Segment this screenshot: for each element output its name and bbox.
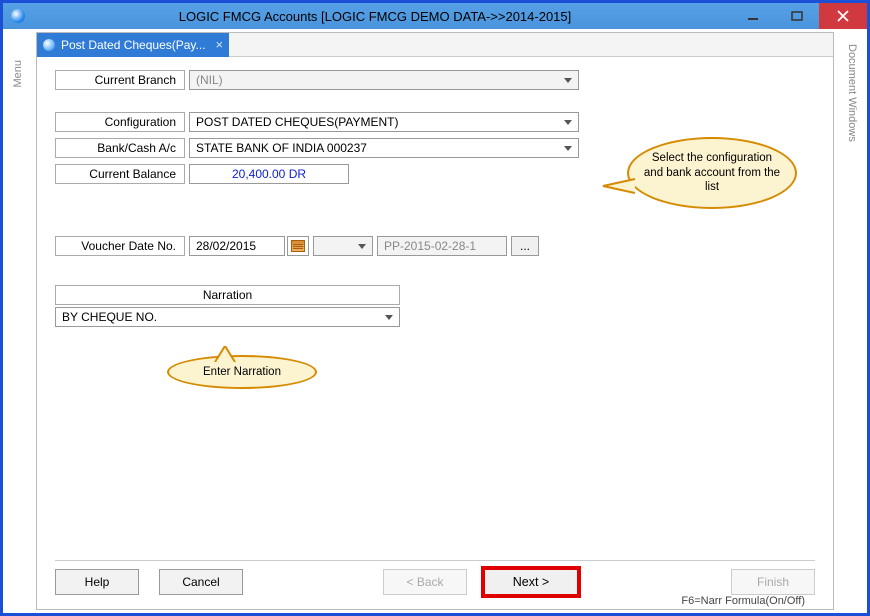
tab-close-icon[interactable]: ×	[216, 37, 224, 52]
sidebar-menu-label[interactable]: Menu	[12, 60, 24, 88]
back-button-label: < Back	[406, 575, 443, 589]
voucher-date-value: 28/02/2015	[196, 239, 256, 253]
voucher-no-field: PP-2015-02-28-1	[377, 236, 507, 256]
application-window: LOGIC FMCG Accounts [LOGIC FMCG DEMO DAT…	[0, 0, 870, 616]
work-area: Menu Document Windows Post Dated Cheques…	[6, 32, 864, 610]
help-button-label: Help	[85, 575, 110, 589]
close-button[interactable]	[819, 3, 867, 29]
label-configuration: Configuration	[55, 112, 185, 132]
sidebar-docwindows-label[interactable]: Document Windows	[846, 44, 858, 142]
tab-label: Post Dated Cheques(Pay...	[61, 38, 206, 52]
next-button-label: Next >	[513, 575, 549, 589]
finish-button: Finish	[731, 569, 815, 595]
voucher-blank-select[interactable]	[313, 236, 373, 256]
current-branch-value: (NIL)	[196, 73, 223, 87]
bank-cash-value: STATE BANK OF INDIA 000237	[196, 141, 367, 155]
voucher-date-input[interactable]: 28/02/2015	[189, 236, 285, 256]
next-button[interactable]: Next >	[481, 566, 581, 598]
narration-select[interactable]: BY CHEQUE NO.	[55, 307, 400, 327]
document-panel: Post Dated Cheques(Pay... × Current Bran…	[36, 32, 834, 610]
current-balance-value: 20,400.00 DR	[196, 167, 342, 181]
titlebar: LOGIC FMCG Accounts [LOGIC FMCG DEMO DAT…	[3, 3, 867, 29]
button-bar: Help Cancel < Back Next > Finish	[37, 565, 833, 599]
cancel-button[interactable]: Cancel	[159, 569, 243, 595]
tab-strip: Post Dated Cheques(Pay... ×	[37, 33, 833, 57]
bank-cash-select[interactable]: STATE BANK OF INDIA 000237	[189, 138, 579, 158]
dots-icon: ...	[520, 239, 530, 253]
minimize-icon	[747, 10, 759, 22]
current-branch-select[interactable]: (NIL)	[189, 70, 579, 90]
tab-doc-icon	[43, 39, 55, 51]
finish-button-label: Finish	[757, 575, 789, 589]
label-current-balance: Current Balance	[55, 164, 185, 184]
help-button[interactable]: Help	[55, 569, 139, 595]
callout-tail-icon	[601, 176, 635, 196]
callout-config-bank-text: Select the configuration and bank accoun…	[643, 151, 781, 194]
current-balance-field: 20,400.00 DR	[189, 164, 349, 184]
close-icon	[837, 10, 849, 22]
cancel-button-label: Cancel	[182, 575, 219, 589]
tab-post-dated-cheques[interactable]: Post Dated Cheques(Pay... ×	[37, 33, 229, 57]
callout-narration: Enter Narration	[167, 355, 317, 389]
configuration-select[interactable]: POST DATED CHEQUES(PAYMENT)	[189, 112, 579, 132]
window-controls	[731, 3, 867, 29]
app-icon	[11, 9, 25, 23]
back-button: < Back	[383, 569, 467, 595]
label-voucher-date-no: Voucher Date No.	[55, 236, 185, 256]
callout-narration-text: Enter Narration	[203, 365, 281, 379]
footnote: F6=Narr Formula(On/Off)	[681, 595, 805, 607]
narration-header: Narration	[55, 285, 400, 305]
maximize-button[interactable]	[775, 3, 819, 29]
narration-value: BY CHEQUE NO.	[62, 310, 157, 324]
callout-config-bank: Select the configuration and bank accoun…	[627, 137, 797, 209]
callout-tail-icon	[211, 346, 239, 362]
maximize-icon	[791, 10, 803, 22]
label-current-branch: Current Branch	[55, 70, 185, 90]
voucher-no-value: PP-2015-02-28-1	[384, 239, 476, 253]
configuration-value: POST DATED CHEQUES(PAYMENT)	[196, 115, 398, 129]
label-bank-cash: Bank/Cash A/c	[55, 138, 185, 158]
minimize-button[interactable]	[731, 3, 775, 29]
voucher-browse-button[interactable]: ...	[511, 236, 539, 256]
calendar-button[interactable]	[287, 236, 309, 256]
footer-separator	[55, 560, 815, 561]
form-area: Current Branch (NIL) Configuration POST …	[37, 59, 833, 561]
calendar-icon	[291, 240, 305, 252]
